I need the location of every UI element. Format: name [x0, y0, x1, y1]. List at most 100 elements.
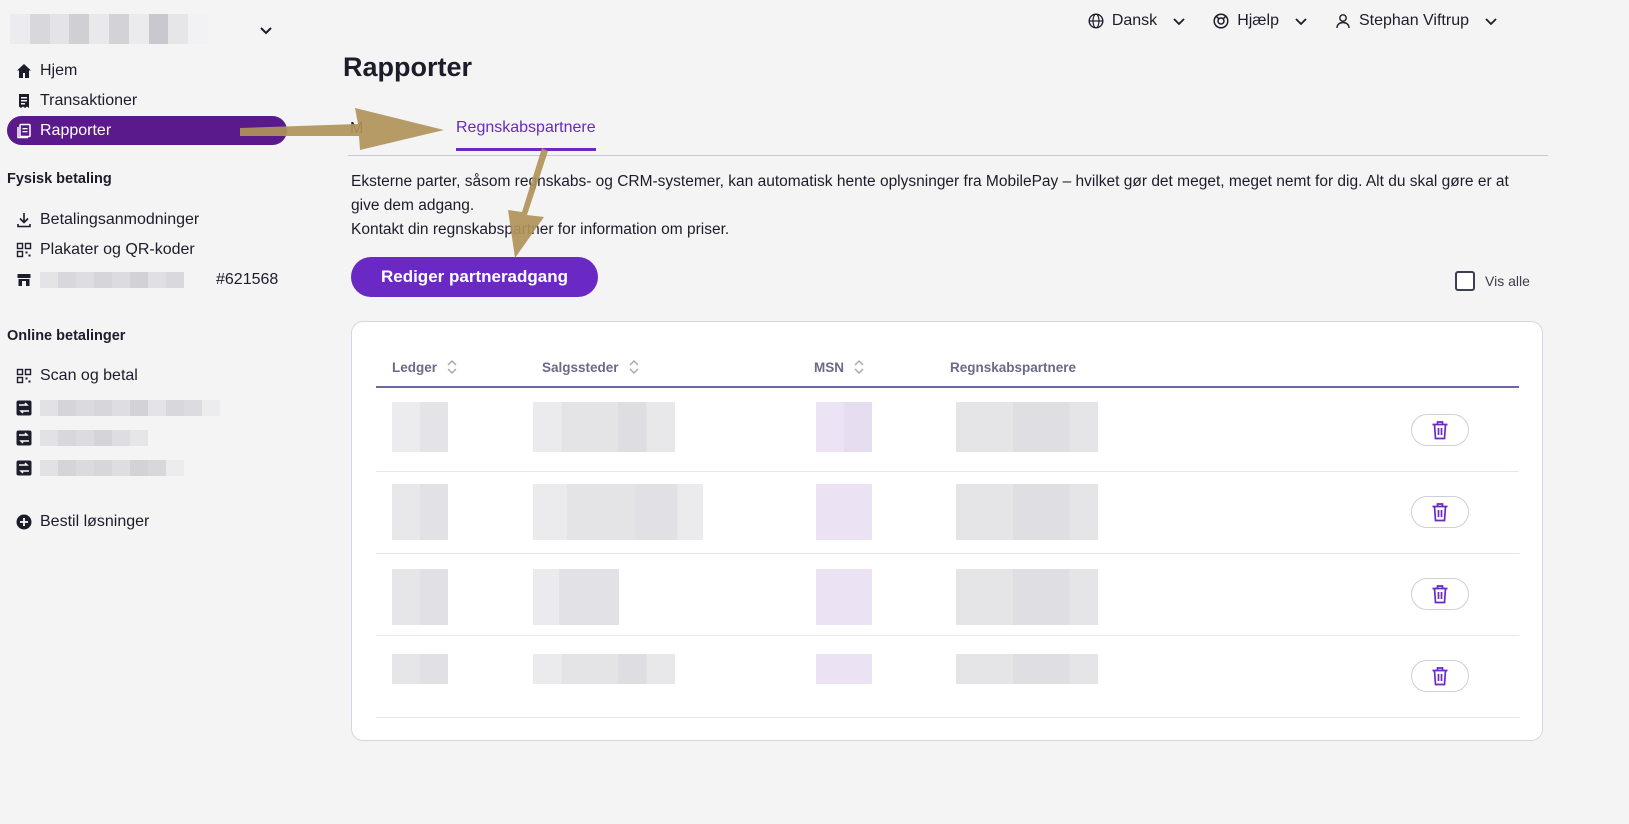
redacted-ledger — [392, 402, 448, 452]
delete-button[interactable] — [1411, 496, 1469, 528]
nav-item-hjem[interactable]: Hjem — [7, 56, 287, 85]
user-name: Stephan Viftrup — [1358, 12, 1469, 29]
nav-item-transaktioner[interactable]: Transaktioner — [7, 86, 287, 115]
redacted-msn — [816, 484, 872, 540]
show-all-toggle[interactable]: Vis alle — [1455, 271, 1530, 291]
redacted-online-item — [40, 459, 184, 476]
redacted-org-name — [10, 14, 208, 44]
top-bar: Dansk Hjælp Stephan Viftrup — [1088, 12, 1499, 30]
redacted-ledger — [392, 569, 448, 625]
column-header-ledger[interactable]: Ledger — [392, 358, 459, 376]
reports-icon — [16, 123, 32, 139]
nav-item-label: Betalingsanmodninger — [40, 210, 200, 228]
globe-icon — [1088, 13, 1104, 29]
redacted-msn — [816, 402, 872, 452]
column-label: MSN — [814, 359, 844, 375]
section-title-online: Online betalinger — [7, 328, 126, 344]
redacted-ledger — [392, 484, 448, 540]
help-label: Hjælp — [1237, 12, 1279, 29]
sort-icon — [447, 359, 457, 375]
redacted-salgssted — [533, 654, 675, 684]
trash-icon — [1432, 667, 1448, 686]
column-label: Regnskabspartnere — [950, 360, 1077, 375]
organization-selector[interactable] — [10, 14, 208, 44]
nav-item-online-redacted-2[interactable] — [7, 423, 287, 452]
language-label: Dansk — [1111, 12, 1158, 29]
trash-icon — [1432, 585, 1448, 604]
table-row — [376, 636, 1519, 718]
sidebar: Hjem Transaktioner Rapporter Fysisk beta… — [0, 0, 300, 824]
plus-circle-icon — [16, 514, 32, 530]
sort-icon — [629, 359, 639, 375]
download-icon — [16, 212, 32, 228]
page-title: Rapporter — [343, 52, 473, 82]
redacted-msn — [816, 654, 872, 684]
nav-item-label: Plakater og QR-koder — [40, 240, 195, 258]
receipt-icon — [16, 93, 32, 109]
sort-icon — [854, 359, 864, 375]
transfer-icon — [16, 400, 32, 416]
help-lifebuoy-icon — [1213, 13, 1229, 29]
nav-item-scan-og-betal[interactable]: Scan og betal — [7, 361, 287, 390]
tab-regnskabspartnere[interactable]: Regnskabspartnere — [456, 119, 596, 151]
column-header-msn[interactable]: MSN — [814, 358, 866, 376]
qr-icon — [16, 242, 32, 258]
column-label: Salgssteder — [542, 359, 619, 375]
chevron-down-icon — [1173, 18, 1185, 26]
column-header-regnskabspartnere: Regnskabspartnere — [950, 360, 1076, 375]
redacted-salgssted — [533, 484, 703, 540]
delete-button[interactable] — [1411, 578, 1469, 610]
delete-button[interactable] — [1411, 660, 1469, 692]
column-header-salgssteder[interactable]: Salgssteder — [542, 358, 641, 376]
delete-button[interactable] — [1411, 414, 1469, 446]
column-label: Ledger — [392, 359, 438, 375]
table-row — [376, 390, 1519, 472]
redacted-salgssted — [533, 402, 675, 452]
pricing-note: Kontakt din regnskabspartner for informa… — [351, 221, 730, 238]
transfer-icon — [16, 460, 32, 476]
redacted-online-item — [40, 399, 220, 416]
chevron-down-icon — [1485, 18, 1497, 26]
redacted-online-item — [40, 429, 148, 446]
redacted-partner — [956, 654, 1098, 684]
nav-item-bestil-losninger[interactable]: Bestil løsninger — [7, 507, 287, 536]
nav-item-label: Scan og betal — [40, 366, 138, 384]
store-icon — [16, 272, 32, 288]
show-all-checkbox[interactable] — [1455, 271, 1475, 291]
nav-item-rapporter[interactable]: Rapporter — [7, 116, 287, 145]
table-row — [376, 472, 1519, 554]
user-icon — [1336, 14, 1350, 29]
edit-partner-access-button[interactable]: Rediger partneradgang — [351, 257, 598, 297]
nav-item-label: Rapporter — [40, 121, 112, 139]
redacted-partner — [956, 402, 1098, 452]
redacted-partner — [956, 569, 1098, 625]
language-selector[interactable]: Dansk — [1088, 12, 1187, 30]
redacted-partner — [956, 484, 1098, 540]
qr-icon — [16, 368, 32, 384]
nav-item-label: Hjem — [40, 61, 78, 79]
show-all-label: Vis alle — [1485, 273, 1530, 289]
table-header: Ledger Salgssteder MSN Regnskabspartnere — [376, 358, 1519, 388]
redacted-salgssted — [533, 569, 619, 625]
nav-item-online-redacted-3[interactable] — [7, 453, 287, 482]
table-row — [376, 554, 1519, 636]
description: Eksterne parter, såsom regnskabs- og CRM… — [351, 170, 1511, 242]
chevron-down-icon — [1295, 18, 1307, 26]
nav-item-plakater[interactable]: Plakater og QR-koder — [7, 235, 287, 264]
help-menu[interactable]: Hjælp — [1213, 12, 1309, 30]
partners-table-card: Ledger Salgssteder MSN Regnskabspartnere — [351, 321, 1543, 741]
description-text: Eksterne parter, såsom regnskabs- og CRM… — [351, 173, 1509, 214]
nav-item-online-redacted-1[interactable] — [7, 393, 287, 422]
redacted-ledger — [392, 654, 448, 684]
nav-item-label: Bestil løsninger — [40, 512, 150, 530]
tab-hidden-partial[interactable]: M — [350, 120, 363, 138]
nav-item-betalingsanmodninger[interactable]: Betalingsanmodninger — [7, 205, 287, 234]
section-title-physical: Fysisk betaling — [7, 171, 112, 187]
chevron-down-icon[interactable] — [258, 22, 274, 38]
home-icon — [16, 63, 32, 79]
tab-bar: M Regnskabspartnere — [348, 116, 1548, 156]
user-menu[interactable]: Stephan Viftrup — [1335, 12, 1499, 30]
nav-item-store[interactable]: #621568 — [7, 265, 287, 294]
nav-item-label: Transaktioner — [40, 91, 138, 109]
trash-icon — [1432, 421, 1448, 440]
